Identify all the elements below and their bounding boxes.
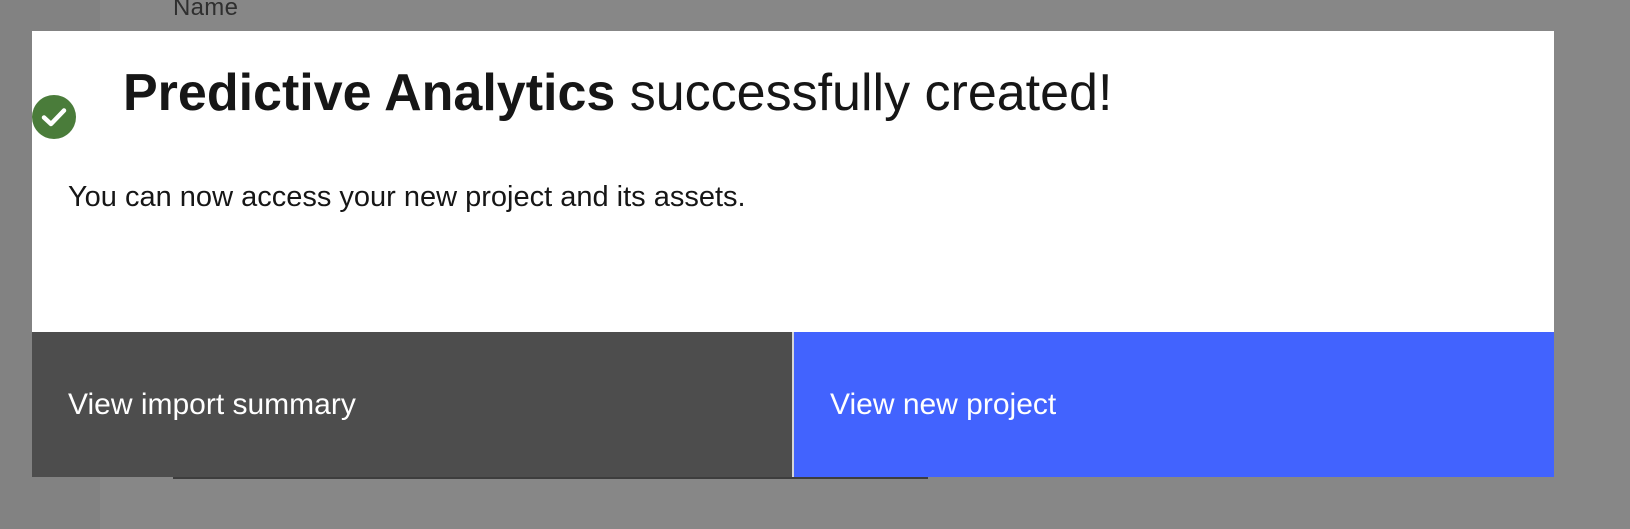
- view-new-project-button[interactable]: View new project: [794, 332, 1554, 477]
- background-field-underline: [173, 477, 928, 479]
- project-name: Predictive Analytics: [123, 64, 616, 122]
- background-field-label: Name: [173, 0, 239, 21]
- modal-body-text: You can now access your new project and …: [68, 181, 746, 213]
- checkmark-circle-icon: [32, 95, 76, 139]
- modal-title: Predictive Analytics successfully create…: [123, 61, 1112, 125]
- success-modal: Predictive Analytics successfully create…: [32, 31, 1554, 477]
- modal-footer: View import summary View new project: [32, 332, 1554, 477]
- view-import-summary-button[interactable]: View import summary: [32, 332, 792, 477]
- modal-title-suffix: successfully created!: [615, 64, 1113, 122]
